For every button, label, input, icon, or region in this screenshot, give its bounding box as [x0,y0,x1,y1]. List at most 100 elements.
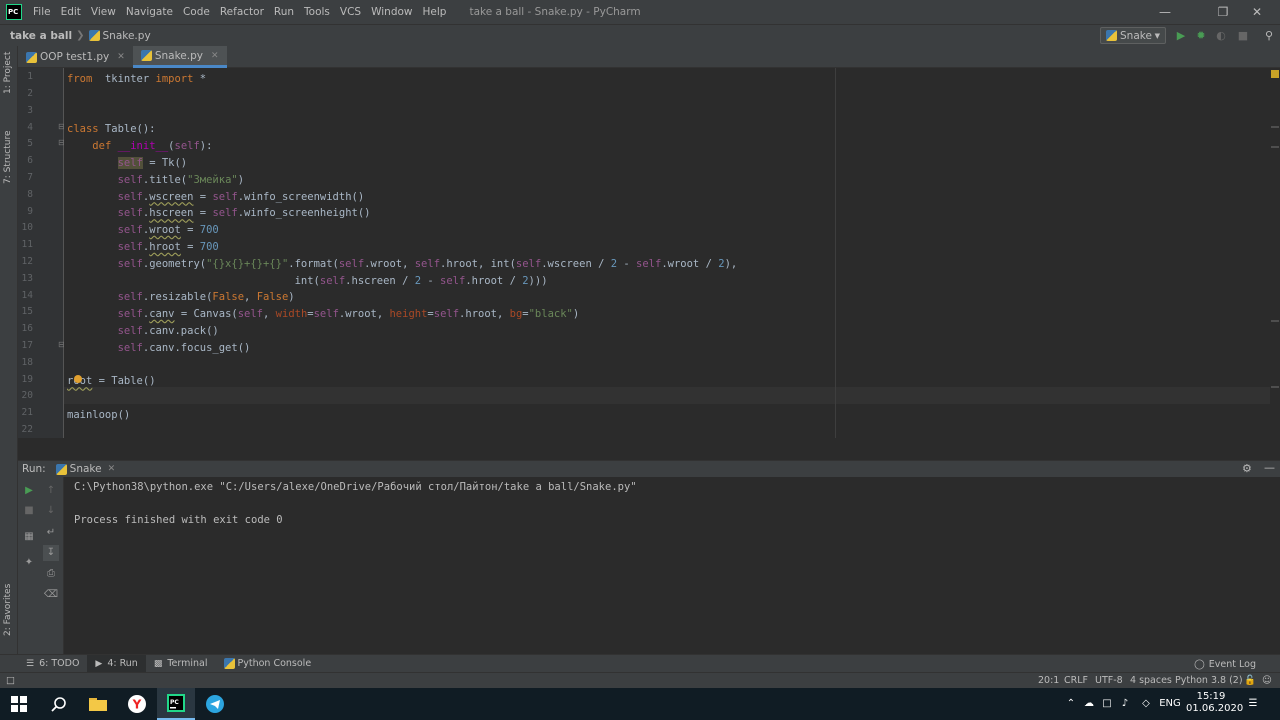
action-center-icon[interactable]: ☰ [1244,688,1262,720]
run-tab-snake[interactable]: Snake ✕ [55,463,116,475]
folder-icon [89,698,107,711]
stop-icon[interactable]: ■ [21,503,37,519]
menu-vcs[interactable]: VCS [335,0,366,24]
code-token: .hroot, [459,308,510,321]
code-token: self [414,257,441,270]
intention-bulb-icon[interactable] [74,375,82,383]
code-token: __init__ [117,140,169,153]
line-number: 10 [21,222,33,233]
yandex-browser-button[interactable]: Y [118,688,156,720]
menu-view[interactable]: View [86,0,121,24]
trash-icon[interactable]: ⌫ [43,587,59,603]
python-interpreter[interactable]: Python 3.8 (2) [1175,673,1243,688]
event-log-button[interactable]: ◯ Event Log [1194,655,1256,673]
indent-setting[interactable]: 4 spaces [1130,673,1172,688]
pin-icon[interactable]: ✦ [21,555,37,571]
notifications-icon[interactable]: ◇ [1138,688,1154,720]
close-tab-icon[interactable]: ✕ [117,52,125,62]
debug-icon[interactable]: ✹ [1194,29,1208,43]
python-console-tool-button[interactable]: Python Console [216,655,320,673]
tab-oop-test1[interactable]: OOP test1.py ✕ [18,46,133,68]
code-token: .hscreen / [345,274,415,287]
print-icon[interactable]: ⎙ [43,566,59,582]
scroll-up-icon[interactable]: ↑ [43,483,59,499]
terminal-tool-button[interactable]: ▩ Terminal [146,655,216,673]
scroll-to-end-icon[interactable]: ↧ [43,545,59,561]
file-encoding[interactable]: UTF-8 [1095,673,1123,688]
caret-position[interactable]: 20:1 [1038,673,1059,688]
telegram-icon [206,695,224,713]
close-icon[interactable]: ✕ [1234,0,1280,24]
stop-icon[interactable]: ■ [1236,29,1250,43]
python-file-icon [26,51,37,63]
lock-icon[interactable]: 🔓 [1244,673,1256,688]
code-line: from tkinter import * [67,71,206,88]
run-configuration-select[interactable]: Snake ▼ [1100,27,1166,44]
code-token: .hroot / [465,274,523,287]
code-editor[interactable]: from tkinter import * class Table(): def … [64,68,1270,438]
menu-refactor[interactable]: Refactor [215,0,269,24]
code-token: Table(): [98,123,156,136]
status-toggle-icon[interactable]: □ [6,673,15,688]
network-icon[interactable]: □ [1100,688,1114,720]
code-token: class [67,123,99,136]
file-explorer-button[interactable] [79,688,117,720]
structure-tool-button[interactable]: 7: Structure [3,131,13,185]
onedrive-icon[interactable]: ☁ [1080,688,1098,720]
run-console-output[interactable]: C:\Python38\python.exe "C:/Users/alexe/O… [64,477,1280,654]
run-icon[interactable]: ▶ [1174,29,1188,43]
rerun-icon[interactable]: ▶ [21,483,37,499]
editor-scrollbar[interactable] [1270,68,1280,438]
tab-snake[interactable]: Snake.py ✕ [132,46,227,68]
yandex-browser-icon: Y [128,695,146,713]
code-token: .winfo_screenwidth() [237,190,365,203]
code-token: .winfo_screenheight() [237,207,371,220]
code-token: self [117,325,143,337]
favorites-tool-button[interactable]: 2: Favorites [3,584,13,636]
menu-run[interactable]: Run [269,0,299,24]
menu-window[interactable]: Window [366,0,417,24]
python-file-icon [88,30,100,41]
breadcrumb-project[interactable]: take a ball [0,30,72,42]
tray-chevron-up-icon[interactable]: ⌃ [1064,688,1078,720]
minimize-icon[interactable]: — [1142,0,1188,24]
gear-icon[interactable]: ⚙ [1242,462,1252,475]
code-token: .canv.pack() [142,325,219,337]
search-button[interactable] [40,688,78,720]
inspection-status-icon[interactable] [1271,70,1279,78]
layout-icon[interactable]: ▦ [21,529,37,545]
close-tab-icon[interactable]: ✕ [108,464,116,474]
hide-panel-icon[interactable]: — [1264,461,1275,474]
telegram-button[interactable] [196,688,234,720]
code-token: self [338,257,365,270]
close-tab-icon[interactable]: ✕ [211,51,219,61]
speaker-icon[interactable]: ♪ [1118,688,1132,720]
clock[interactable]: 15:19 01.06.2020 [1186,691,1243,717]
code-token: .title( [142,173,188,186]
todo-tool-button[interactable]: ☰ 6: TODO [18,655,87,673]
pycharm-taskbar-button[interactable]: PC [157,688,195,720]
console-line: Process finished with exit code 0 [74,514,283,526]
soft-wrap-icon[interactable]: ↵ [43,525,59,541]
menu-help[interactable]: Help [418,0,452,24]
menu-edit[interactable]: Edit [56,0,86,24]
menu-navigate[interactable]: Navigate [121,0,178,24]
code-token: .wroot, [338,308,390,321]
project-tool-button[interactable]: 1: Project [3,52,13,94]
line-number: 20 [21,390,33,401]
menu-tools[interactable]: Tools [299,0,335,24]
code-token: width [275,308,308,321]
windows-start-button[interactable] [0,688,38,720]
language-indicator[interactable]: ENG [1158,688,1182,720]
run-tool-button[interactable]: ▶ 4: Run [87,654,146,673]
breadcrumb-file[interactable]: Snake.py [85,30,151,42]
line-separator[interactable]: CRLF [1064,673,1088,688]
coverage-icon[interactable]: ◐ [1214,29,1228,43]
inspector-icon[interactable]: ☺ [1262,673,1272,688]
menu-code[interactable]: Code [178,0,215,24]
scroll-down-icon[interactable]: ↓ [43,503,59,519]
menu-file[interactable]: File [28,0,56,24]
search-icon[interactable]: ⚲ [1262,29,1276,43]
